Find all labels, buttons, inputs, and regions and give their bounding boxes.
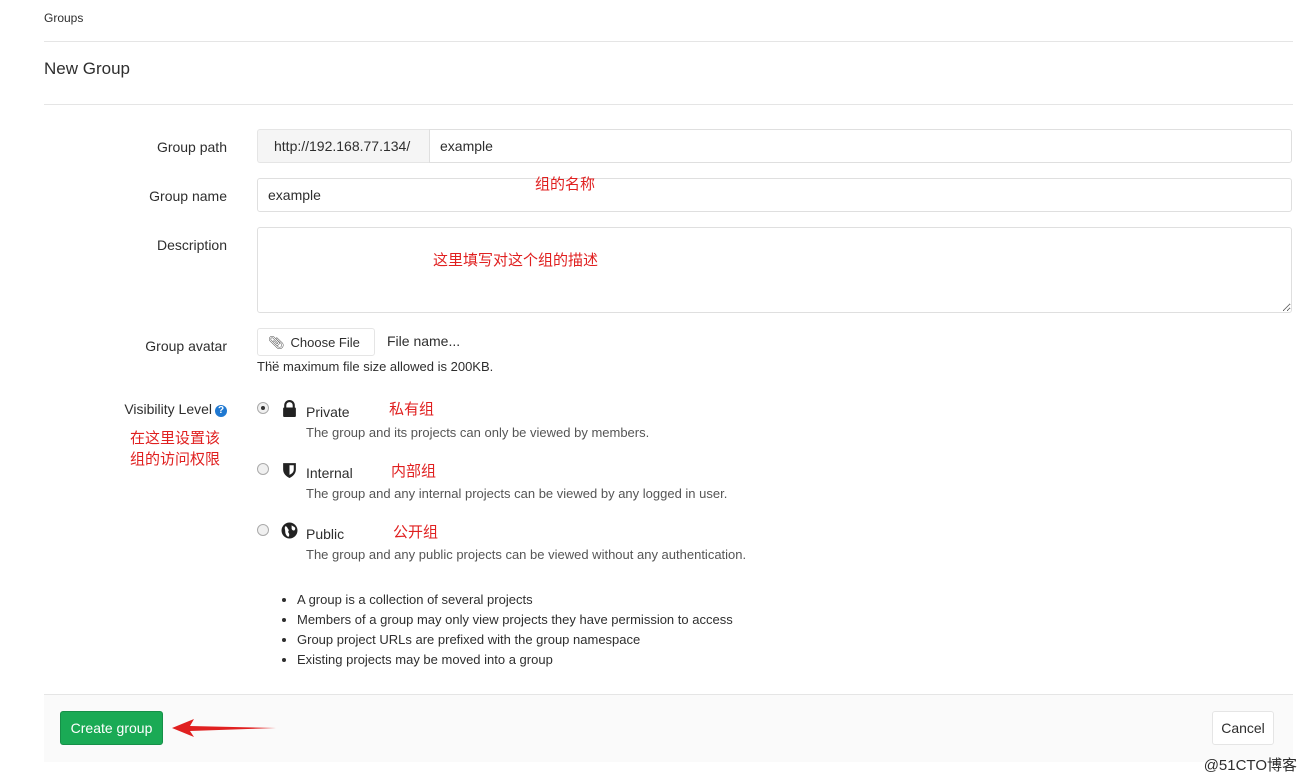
group-name-label: Group name (149, 188, 227, 204)
red-arrow-annotation (172, 719, 276, 737)
visibility-level-label: Visibility Level? (44, 401, 227, 417)
private-radio[interactable] (257, 402, 269, 414)
header-divider (44, 41, 1293, 42)
list-item: A group is a collection of several proje… (297, 590, 733, 610)
choose-file-button[interactable]: 📎︎ Choose File ... (257, 328, 375, 366)
internal-title[interactable]: Internal (306, 465, 353, 481)
private-title[interactable]: Private (306, 404, 350, 420)
private-description: The group and its projects can only be v… (306, 425, 650, 440)
internal-radio[interactable] (257, 463, 269, 475)
public-description: The group and any public projects can be… (306, 547, 747, 562)
page-title: New Group (44, 59, 130, 78)
list-item: Group project URLs are prefixed with the… (297, 630, 733, 650)
group-path-input[interactable] (429, 129, 1292, 163)
group-name-input[interactable] (257, 178, 1292, 212)
internal-description: The group and any internal projects can … (306, 486, 728, 501)
shield-icon (283, 463, 296, 478)
list-item: Members of a group may only view project… (297, 610, 733, 630)
group-path-prefix: http://192.168.77.134/ (257, 129, 429, 163)
file-name-text: File name... (387, 333, 461, 349)
group-name-annotation: 组的名称 (535, 176, 596, 193)
description-annotation: 这里填写对这个组的描述 (433, 252, 599, 269)
watermark: @51CTO博客 (1203, 757, 1297, 774)
internal-annotation: 内部组 (391, 463, 437, 480)
public-radio[interactable] (257, 524, 269, 536)
list-item: Existing projects may be moved into a gr… (297, 650, 733, 670)
cancel-button[interactable]: Cancel (1212, 711, 1274, 745)
file-size-hint: The maximum file size allowed is 200KB. (257, 359, 494, 374)
public-title[interactable]: Public (306, 526, 344, 542)
breadcrumb[interactable]: Groups (44, 11, 83, 25)
visibility-annotation-line2: 组的访问权限 (130, 451, 221, 468)
title-divider (44, 104, 1293, 105)
public-annotation: 公开组 (393, 524, 439, 541)
visibility-level-text: Visibility Level (124, 401, 212, 417)
group-path-label: Group path (156, 139, 227, 155)
create-group-button[interactable]: Create group (60, 711, 163, 745)
visibility-annotation-line1: 在这里设置该 (130, 430, 221, 447)
help-icon[interactable]: ? (215, 405, 227, 417)
private-annotation: 私有组 (389, 401, 435, 418)
visibility-annotation: 在这里设置该 组的访问权限 (130, 428, 230, 470)
description-label: Description (156, 237, 227, 253)
globe-icon (281, 522, 298, 539)
paperclip-icon: 📎︎ (268, 335, 285, 350)
lock-icon (283, 400, 296, 417)
description-textarea[interactable] (257, 227, 1292, 313)
group-avatar-label: Group avatar (145, 338, 227, 354)
group-info-list: A group is a collection of several proje… (277, 590, 733, 670)
